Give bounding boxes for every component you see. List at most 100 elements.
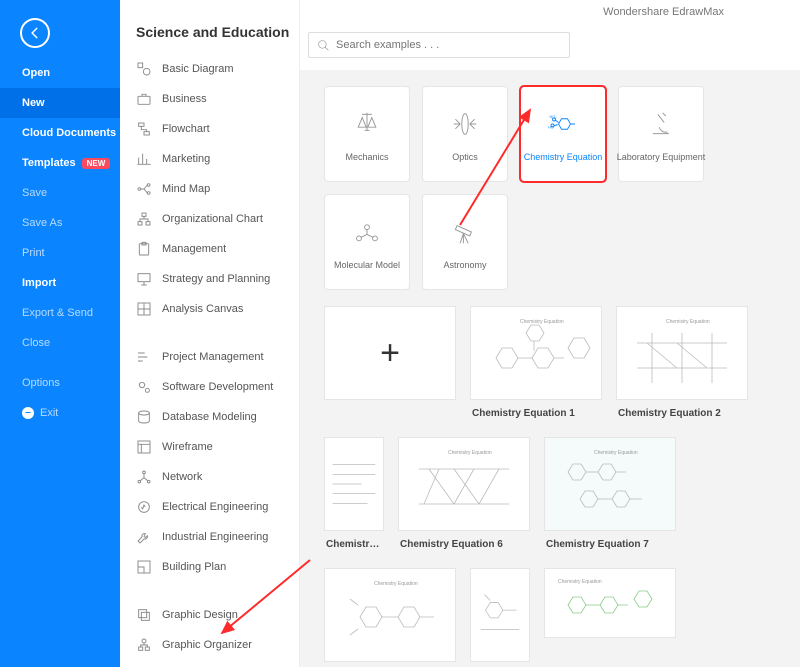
subcategory-row: Mechanics Optics NO₂HO Chemistry Equatio… bbox=[300, 70, 800, 300]
subcat-optics[interactable]: Optics bbox=[422, 86, 508, 182]
cat-org-chart[interactable]: Organizational Chart bbox=[120, 204, 299, 234]
svg-text:NO₂: NO₂ bbox=[550, 115, 558, 119]
cat-label: Project Management bbox=[162, 351, 264, 363]
subcat-laboratory[interactable]: Laboratory Equipment bbox=[618, 86, 704, 182]
cat-label: Flowchart bbox=[162, 123, 210, 135]
cat-building-plan[interactable]: Building Plan bbox=[120, 552, 299, 582]
template-card[interactable]: Chemistry Equation bbox=[544, 568, 676, 667]
cat-management[interactable]: Management bbox=[120, 234, 299, 264]
template-thumb: Chemistry Equation bbox=[616, 306, 748, 400]
cat-label: Network bbox=[162, 471, 202, 483]
exit-icon: – bbox=[22, 407, 34, 419]
category-title: Science and Education bbox=[120, 0, 299, 54]
svg-text:Chemistry Equation: Chemistry Equation bbox=[558, 579, 602, 585]
cat-graphic-organizer[interactable]: Graphic Organizer bbox=[120, 630, 299, 660]
template-card[interactable]: Chemistry Equation Chemistry Equation 8 bbox=[324, 568, 456, 667]
nav-import[interactable]: Import bbox=[0, 268, 120, 298]
back-button[interactable] bbox=[20, 18, 50, 48]
cat-electrical[interactable]: Electrical Engineering bbox=[120, 492, 299, 522]
orgchart-icon bbox=[136, 211, 152, 227]
shapes-icon bbox=[136, 61, 152, 77]
nav-open[interactable]: Open bbox=[0, 58, 120, 88]
cat-infographic[interactable]: Infographic bbox=[120, 660, 299, 667]
bars-icon bbox=[136, 151, 152, 167]
subcat-mechanics[interactable]: Mechanics bbox=[324, 86, 410, 182]
cat-graphic-design[interactable]: Graphic Design bbox=[120, 600, 299, 630]
nav-save-as[interactable]: Save As bbox=[0, 208, 120, 238]
cat-label: Business bbox=[162, 93, 207, 105]
cat-wireframe[interactable]: Wireframe bbox=[120, 432, 299, 462]
microscope-icon bbox=[645, 106, 677, 142]
nav-new[interactable]: New bbox=[0, 88, 120, 118]
top-bar bbox=[300, 0, 800, 70]
cat-label: Building Plan bbox=[162, 561, 226, 573]
file-menu-sidebar: Open New Cloud Documents Templates NEW S… bbox=[0, 0, 120, 667]
category-sidebar: Science and Education Basic Diagram Busi… bbox=[120, 0, 300, 667]
subcat-astronomy[interactable]: Astronomy bbox=[422, 194, 508, 290]
molecule-icon bbox=[351, 214, 383, 250]
cat-label: Graphic Organizer bbox=[162, 639, 252, 651]
template-card[interactable]: Chemistry Eq bbox=[470, 568, 530, 667]
mechanics-icon bbox=[351, 106, 383, 142]
cat-business[interactable]: Business bbox=[120, 84, 299, 114]
template-name: Chemistry Equation 2 bbox=[616, 400, 748, 423]
template-card[interactable]: Chemistry Equation Chemistry Equation 7 bbox=[544, 437, 676, 554]
svg-text:Chemistry Equation: Chemistry Equation bbox=[520, 319, 564, 325]
floorplan-icon bbox=[136, 559, 152, 575]
subcat-molecular[interactable]: Molecular Model bbox=[324, 194, 410, 290]
subcat-label: Chemistry Equation bbox=[521, 152, 606, 162]
search-input[interactable] bbox=[336, 39, 561, 51]
grid-icon bbox=[136, 301, 152, 317]
template-blank[interactable]: + bbox=[324, 306, 456, 423]
cat-label: Software Development bbox=[162, 381, 273, 393]
template-name: Chemistry Eq bbox=[470, 662, 530, 667]
nav-options[interactable]: Options bbox=[0, 368, 120, 398]
layers-icon bbox=[136, 607, 152, 623]
nav-print[interactable]: Print bbox=[0, 238, 120, 268]
template-card[interactable]: Chemistry Eq bbox=[324, 437, 384, 554]
template-name: Chemistry Eq bbox=[324, 531, 384, 554]
svg-text:Chemistry Equation: Chemistry Equation bbox=[666, 319, 710, 325]
nav-cloud-documents[interactable]: Cloud Documents bbox=[0, 118, 120, 148]
cat-industrial[interactable]: Industrial Engineering bbox=[120, 522, 299, 552]
template-card[interactable]: Chemistry Equation Chemistry Equation 1 bbox=[470, 306, 602, 423]
template-card[interactable]: Chemistry Equation Chemistry Equation 2 bbox=[616, 306, 748, 423]
cat-analysis-canvas[interactable]: Analysis Canvas bbox=[120, 294, 299, 324]
main-area: Wondershare EdrawMax Mechanics Optics NO… bbox=[300, 0, 800, 667]
nav-exit[interactable]: – Exit bbox=[0, 398, 120, 428]
template-name: Chemistry Equation 6 bbox=[398, 531, 530, 554]
cat-software-dev[interactable]: Software Development bbox=[120, 372, 299, 402]
plus-icon: + bbox=[380, 334, 400, 373]
network-icon bbox=[136, 469, 152, 485]
nav-close[interactable]: Close bbox=[0, 328, 120, 358]
flowchart-icon bbox=[136, 121, 152, 137]
cat-marketing[interactable]: Marketing bbox=[120, 144, 299, 174]
template-card[interactable]: Chemistry Equation Chemistry Equation 6 bbox=[398, 437, 530, 554]
optics-icon bbox=[449, 106, 481, 142]
nav-save[interactable]: Save bbox=[0, 178, 120, 208]
subcat-chemistry-equation[interactable]: NO₂HO Chemistry Equation bbox=[520, 86, 606, 182]
template-thumb: Chemistry Equation bbox=[470, 306, 602, 400]
svg-text:Chemistry Equation: Chemistry Equation bbox=[594, 450, 638, 456]
cat-database[interactable]: Database Modeling bbox=[120, 402, 299, 432]
svg-text:Chemistry Equation: Chemistry Equation bbox=[448, 450, 492, 456]
cat-strategy[interactable]: Strategy and Planning bbox=[120, 264, 299, 294]
template-name bbox=[324, 400, 456, 412]
cat-project-management[interactable]: Project Management bbox=[120, 342, 299, 372]
nav-templates[interactable]: Templates NEW bbox=[0, 148, 120, 178]
cat-network[interactable]: Network bbox=[120, 462, 299, 492]
cat-label: Strategy and Planning bbox=[162, 273, 270, 285]
category-list: Basic Diagram Business Flowchart Marketi… bbox=[120, 54, 299, 667]
badge-new: NEW bbox=[82, 158, 111, 169]
search-box[interactable] bbox=[308, 32, 570, 58]
clipboard-icon bbox=[136, 241, 152, 257]
cat-mind-map[interactable]: Mind Map bbox=[120, 174, 299, 204]
template-thumb: Chemistry Equation bbox=[544, 568, 676, 638]
nav-templates-label: Templates bbox=[22, 157, 76, 169]
template-name: Chemistry Equation 7 bbox=[544, 531, 676, 554]
cat-flowchart[interactable]: Flowchart bbox=[120, 114, 299, 144]
nav-export-send[interactable]: Export & Send bbox=[0, 298, 120, 328]
cat-label: Marketing bbox=[162, 153, 210, 165]
cat-label: Industrial Engineering bbox=[162, 531, 268, 543]
cat-basic-diagram[interactable]: Basic Diagram bbox=[120, 54, 299, 84]
